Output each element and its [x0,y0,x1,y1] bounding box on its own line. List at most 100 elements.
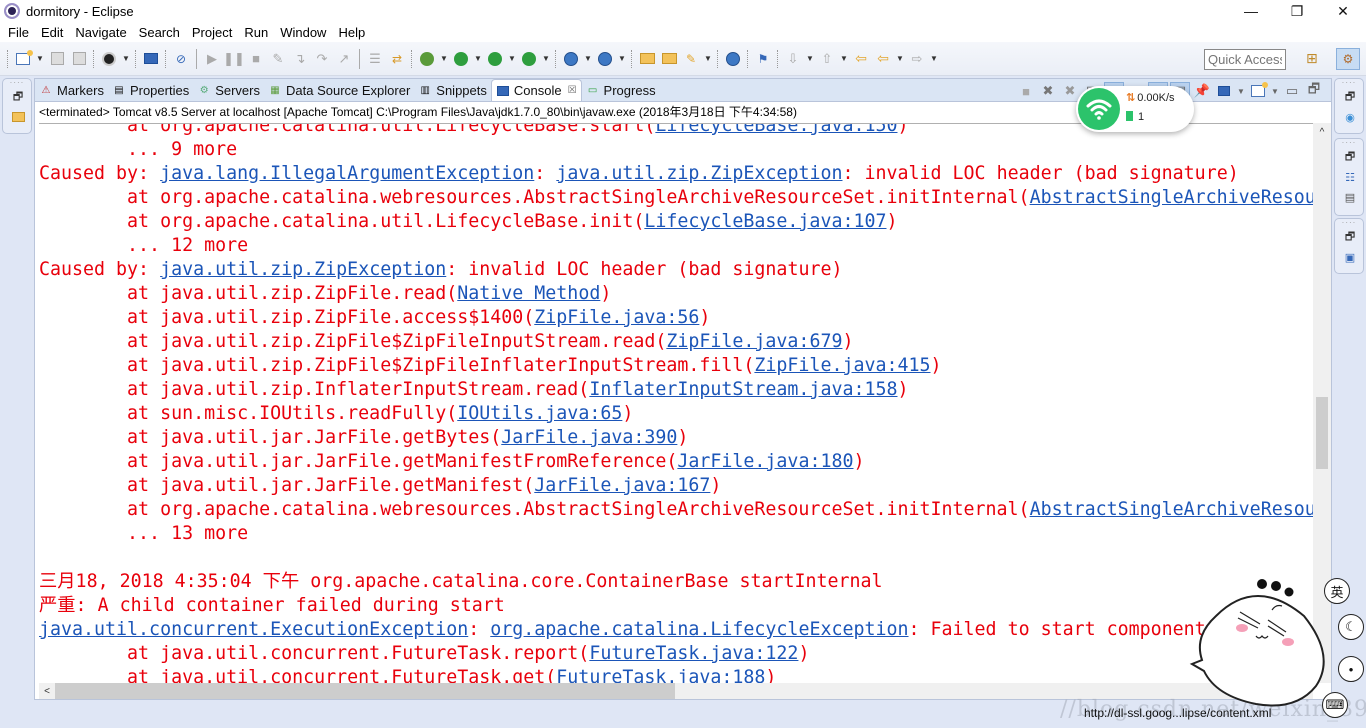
save-all-icon[interactable] [70,50,88,68]
task-list-icon[interactable]: ▤ [1335,187,1365,207]
palette-icon[interactable]: ◉ [1335,107,1365,127]
stack-trace-link[interactable]: ZipFile.java:56 [534,307,699,328]
tab-progress[interactable]: ▭ Progress [582,79,660,101]
project-explorer-icon[interactable] [3,107,33,127]
chevron-down-icon[interactable]: ▼ [474,50,482,68]
ime-moon-button[interactable]: ☾ [1338,614,1364,640]
stack-trace-link[interactable]: InflaterInputStream.java:158 [589,379,897,400]
menu-edit[interactable]: Edit [35,25,69,40]
quick-access-input[interactable] [1204,49,1286,70]
new-wizard-icon[interactable] [14,49,33,68]
menu-file[interactable]: File [2,25,35,40]
chevron-down-icon[interactable]: ▼ [840,50,848,68]
stack-trace-link[interactable]: AbstractSingleArchiveResourceSet.java:11… [1030,499,1313,520]
restore-button[interactable]: ❐ [1274,0,1320,22]
trim-handle[interactable]: ···· [1335,139,1363,147]
trim-handle[interactable]: ···· [1335,219,1363,227]
stack-trace-link[interactable]: ZipFile.java:415 [754,355,930,376]
chevron-down-icon[interactable]: ▼ [584,50,592,68]
close-tab-icon[interactable]: ☒ [568,85,577,96]
stack-trace-link[interactable]: LifecycleBase.java:107 [644,211,886,232]
ime-keyboard-button[interactable]: ⌨ [1322,692,1348,718]
stack-trace-link[interactable]: FutureTask.java:122 [589,643,798,664]
open-console-icon[interactable] [1248,82,1268,100]
pin-console-icon[interactable]: 📌 [1192,82,1212,100]
step-into-icon[interactable]: ↴ [291,50,309,68]
chevron-down-icon[interactable]: ▼ [930,50,938,68]
stack-trace-link[interactable]: Native Method [457,283,600,304]
previous-annotation-icon[interactable]: ⇧ [818,50,836,68]
menu-search[interactable]: Search [133,25,186,40]
stack-trace-link[interactable]: JarFile.java:180 [677,451,853,472]
debug-icon[interactable] [418,50,436,68]
save-icon[interactable] [48,50,66,68]
open-type-icon[interactable] [638,50,656,68]
profile-icon[interactable] [100,50,118,68]
stack-trace-link[interactable]: AbstractSingleArchiveResourceSet.java:11… [1030,187,1313,208]
scroll-left-icon[interactable]: < [39,683,55,699]
forward-icon[interactable]: ⇨ [908,50,926,68]
restore-view-icon[interactable]: 🗗 [1335,147,1365,167]
ime-language-button[interactable]: 英 [1324,578,1350,604]
tab-snippets[interactable]: ▥ Snippets [414,79,491,101]
ime-punctuation-button[interactable]: • [1338,656,1364,682]
stop-server-icon[interactable] [520,50,538,68]
menu-window[interactable]: Window [274,25,332,40]
chevron-down-icon[interactable]: ▼ [508,50,516,68]
back-icon[interactable]: ⇦ [874,50,892,68]
stack-trace-link[interactable]: JarFile.java:390 [501,427,677,448]
stack-trace-link[interactable]: ZipFile.java:679 [666,331,842,352]
tab-servers[interactable]: ⚙ Servers [193,79,264,101]
terminate-icon[interactable]: ■ [1016,82,1036,100]
web-browser-icon[interactable] [724,50,742,68]
menu-help[interactable]: Help [332,25,371,40]
trim-handle[interactable]: ···· [3,79,31,87]
menu-project[interactable]: Project [186,25,238,40]
restore-view-icon[interactable]: 🗗 [3,87,33,107]
network-speed-widget[interactable]: ⇅ 0.00K/s 1 [1076,86,1194,132]
console-output[interactable]: at org.apache.catalina.util.LifecycleBas… [39,123,1313,683]
run-server-icon[interactable] [486,50,504,68]
chevron-down-icon[interactable]: ▼ [618,50,626,68]
scroll-up-icon[interactable]: ^ [1313,123,1331,141]
stack-trace-link[interactable]: java.lang.IllegalArgumentException [160,163,534,184]
step-over-icon[interactable]: ↷ [313,50,331,68]
stack-trace-link[interactable]: java.util.zip.ZipException [160,259,446,280]
console-icon[interactable] [142,50,160,68]
open-perspective-icon[interactable]: ⊞ [1306,50,1324,68]
minimize-view-icon[interactable]: ▭ [1282,82,1302,100]
new-web-project-icon[interactable] [562,50,580,68]
stack-trace-link[interactable]: IOUtils.java:65 [457,403,622,424]
tab-markers[interactable]: ⚠ Markers [35,79,108,101]
search-icon[interactable]: ✎ [682,50,700,68]
chevron-down-icon[interactable]: ▼ [704,50,712,68]
trim-handle[interactable]: ···· [1335,79,1363,87]
tab-console[interactable]: Console ☒ [490,79,582,101]
chevron-down-icon[interactable]: ▼ [542,50,550,68]
chevron-down-icon[interactable]: ▼ [440,50,448,68]
outline-icon[interactable]: ☷ [1335,167,1365,187]
stack-trace-link[interactable]: LifecycleBase.java:150 [655,124,897,136]
tab-properties[interactable]: ▤ Properties [108,79,193,101]
remove-all-terminated-icon[interactable]: ✖ [1060,82,1080,100]
next-annotation-icon[interactable]: ⇩ [784,50,802,68]
menu-navigate[interactable]: Navigate [69,25,132,40]
suspend-icon[interactable]: ❚❚ [223,50,245,68]
vertical-scroll-thumb[interactable] [1316,397,1328,469]
maximize-view-icon[interactable]: 🗗 [1304,81,1324,100]
step-return-icon[interactable]: ↗ [335,50,353,68]
java-ee-perspective-icon[interactable]: ⚙ [1336,48,1360,70]
minimize-button[interactable]: — [1228,0,1274,22]
disconnect-icon[interactable]: ✎ [269,50,287,68]
new-java-class-icon[interactable] [596,50,614,68]
resume-icon[interactable]: ▶ [203,50,221,68]
java-ee-icon[interactable]: ⚑ [754,50,772,68]
chevron-down-icon[interactable]: ▼ [1270,82,1280,100]
menu-run[interactable]: Run [238,25,274,40]
open-resource-icon[interactable] [660,50,678,68]
skip-breakpoints-icon[interactable]: ⊘ [172,50,190,68]
use-step-filters-icon[interactable]: ☰ [366,50,384,68]
restore-view-icon[interactable]: 🗗 [1335,227,1365,247]
run-icon[interactable] [452,50,470,68]
remove-launch-icon[interactable]: ✖ [1038,82,1058,100]
